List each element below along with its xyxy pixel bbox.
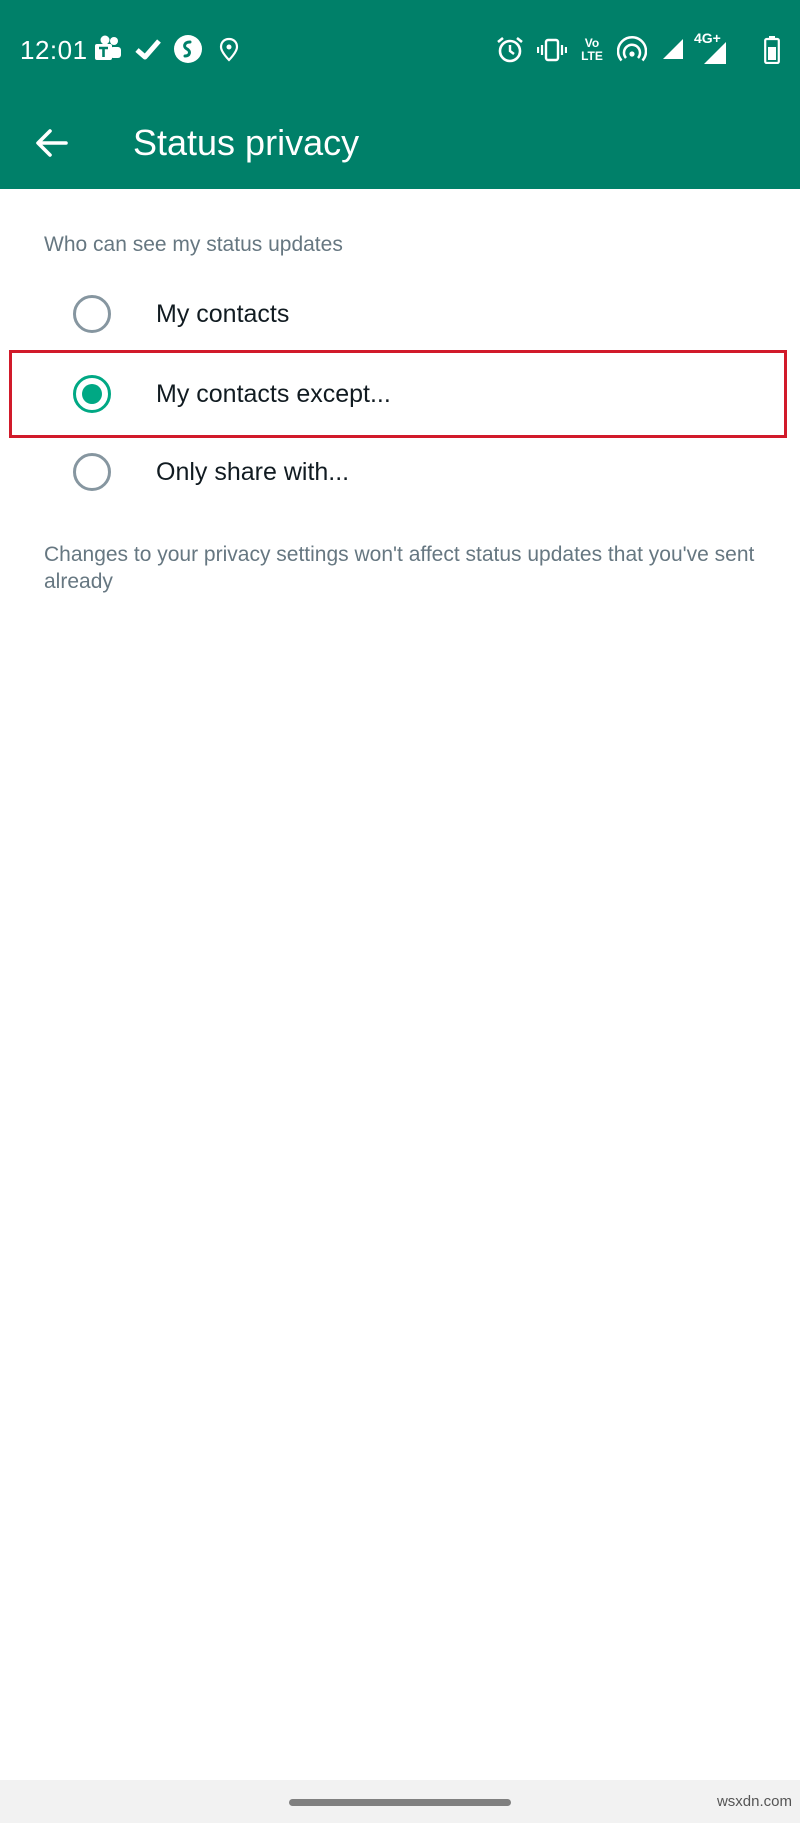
battery-icon: [762, 34, 782, 66]
radio-button-checked[interactable]: [73, 375, 111, 413]
arrow-left-icon: [36, 129, 68, 157]
status-time: 12:01: [20, 35, 88, 65]
section-header: Who can see my status updates: [44, 233, 343, 256]
privacy-footnote: Changes to your privacy settings won't a…: [44, 543, 755, 593]
back-button[interactable]: [24, 115, 80, 171]
option-label: My contacts: [156, 300, 290, 328]
radio-button-unchecked[interactable]: [73, 453, 111, 491]
radio-button-unchecked[interactable]: [73, 295, 111, 333]
signal-icon: [660, 36, 686, 62]
option-my-contacts-except[interactable]: My contacts except...: [0, 356, 800, 432]
option-label: Only share with...: [156, 458, 350, 486]
shazam-icon: [172, 33, 204, 65]
page-title: Status privacy: [133, 122, 360, 163]
location-icon: [216, 36, 242, 64]
watermark: wsxdn.com: [716, 1793, 792, 1810]
navigation-bar: [0, 1780, 800, 1823]
volte-bottom-label: LTE: [581, 49, 603, 63]
volte-icon: Vo LTE: [578, 33, 606, 67]
check-icon: [133, 34, 163, 64]
home-gesture-handle[interactable]: [289, 1799, 511, 1806]
hotspot-icon: [616, 34, 648, 66]
vibrate-icon: [536, 34, 568, 66]
option-my-contacts[interactable]: My contacts: [0, 276, 800, 352]
4g-signal-icon: 4G+: [692, 30, 728, 66]
teams-icon: [92, 34, 124, 66]
screen: 12:01 Vo LTE 4G+ Status privacy Who can …: [0, 0, 800, 1823]
app-bar: Status privacy: [0, 97, 800, 189]
option-only-share-with[interactable]: Only share with...: [0, 434, 800, 510]
option-label: My contacts except...: [156, 380, 391, 408]
radio-dot: [82, 384, 102, 404]
status-bar: 12:01 Vo LTE 4G+: [0, 0, 800, 97]
alarm-icon: [494, 34, 526, 66]
